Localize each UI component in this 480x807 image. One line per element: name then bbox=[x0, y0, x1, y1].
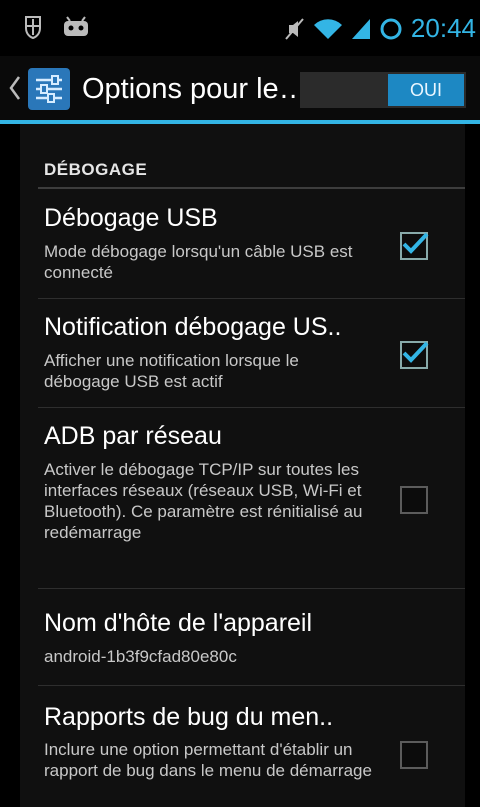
pref-usb-debugging[interactable]: Débogage USB Mode débogage lorsqu'un câb… bbox=[20, 190, 465, 299]
pref-summary: Inclure une option permettant d'établir … bbox=[44, 740, 372, 780]
developer-options-switch[interactable]: OUI bbox=[300, 72, 466, 108]
up-button[interactable] bbox=[0, 56, 76, 120]
adb-over-network-checkbox[interactable] bbox=[400, 486, 428, 514]
status-left-icons bbox=[22, 14, 90, 40]
checkmark-icon bbox=[402, 341, 429, 363]
pref-summary: Mode débogage lorsqu'un câble USB est co… bbox=[44, 242, 353, 282]
pref-usb-debug-notification[interactable]: Notification débogage US.. Afficher une … bbox=[20, 299, 465, 408]
developer-options-app-icon bbox=[28, 68, 70, 110]
power-menu-bug-reports-checkbox[interactable] bbox=[400, 741, 428, 769]
section-header-debogage: DÉBOGAGE bbox=[44, 160, 148, 179]
usb-debug-icon bbox=[25, 16, 41, 40]
switch-on-label: OUI bbox=[388, 74, 464, 106]
pref-title: ADB par réseau bbox=[44, 422, 222, 450]
section-divider bbox=[38, 187, 465, 189]
android-icon bbox=[64, 16, 88, 36]
pref-title: Rapports de bug du men.. bbox=[44, 703, 334, 731]
status-right-icons: 20:44 bbox=[283, 13, 476, 44]
mute-icon bbox=[285, 17, 304, 40]
page-title: Options pour le… bbox=[82, 73, 308, 105]
status-time: 20:44 bbox=[410, 13, 476, 43]
sync-icon bbox=[380, 18, 402, 39]
pref-title: Notification débogage US.. bbox=[44, 313, 342, 341]
usb-debug-notification-checkbox[interactable] bbox=[400, 341, 429, 369]
pref-title: Nom d'hôte de l'appareil bbox=[44, 609, 313, 637]
checkmark-icon bbox=[402, 232, 429, 254]
pref-title: Débogage USB bbox=[44, 204, 218, 232]
settings-list[interactable]: DÉBOGAGE Débogage USB Mode débogage lors… bbox=[0, 124, 480, 807]
chevron-left-icon bbox=[9, 76, 21, 100]
signal-icon bbox=[351, 18, 370, 39]
wifi-icon bbox=[313, 18, 342, 39]
pref-power-menu-bug-reports[interactable]: Rapports de bug du men.. Inclure une opt… bbox=[20, 686, 465, 807]
status-bar: 20:44 bbox=[0, 0, 480, 56]
pref-adb-over-network[interactable]: ADB par réseau Activer le débogage TCP/I… bbox=[20, 408, 465, 589]
pref-device-hostname[interactable]: Nom d'hôte de l'appareil android-1b3f9cf… bbox=[20, 589, 465, 686]
pref-summary: Afficher une notification lorsque le déb… bbox=[44, 351, 299, 391]
pref-hostname-value: android-1b3f9cfad80e80c bbox=[44, 647, 237, 666]
pref-summary: Activer le débogage TCP/IP sur toutes le… bbox=[44, 460, 363, 542]
usb-debugging-checkbox[interactable] bbox=[400, 232, 429, 260]
action-bar: Options pour le… OUI bbox=[0, 56, 480, 124]
